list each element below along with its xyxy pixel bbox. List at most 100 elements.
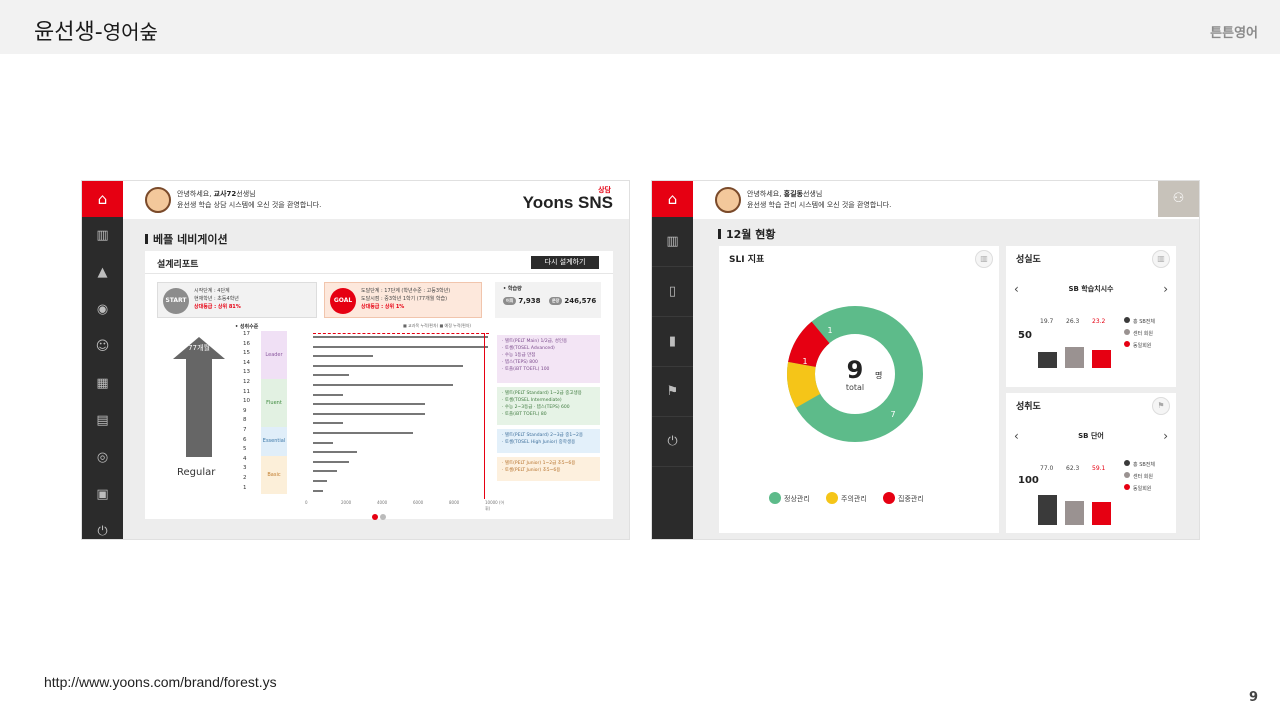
level-number: 5 [243, 446, 247, 453]
level-number: 13 [243, 369, 250, 376]
level-bar [313, 422, 343, 425]
level-band: Essential [261, 427, 287, 456]
level-band: Leader [261, 331, 287, 379]
sincerity-nav: ‹ SB 학습치시수 › [1014, 282, 1168, 296]
title-sub: 영어숲 [102, 20, 158, 44]
sidebar: ⌂ ▥ ▲ ◉ ☺ ▦ ▤ ◎ ▣ ⏻ [82, 181, 123, 539]
level-number: 9 [243, 407, 247, 414]
level-bar [313, 470, 337, 473]
axis-tick: 6000 [413, 500, 424, 505]
section-title: 베플 네비게이션 [145, 231, 228, 247]
section-title: 12월 현황 [718, 226, 776, 242]
level-bar [313, 364, 463, 367]
lightbulb-icon[interactable]: ◉ [82, 291, 123, 328]
redesign-button[interactable]: 다시 설계하기 [531, 256, 599, 269]
axis-tick: 2000 [341, 500, 352, 505]
level-bar [313, 412, 425, 415]
bar-chart-icon[interactable]: ▥ [1152, 250, 1170, 268]
level-number: 10 [243, 398, 250, 405]
level-number: 6 [243, 436, 247, 443]
power-icon[interactable]: ⏻ [652, 417, 693, 467]
axis-tick: 0 [305, 500, 308, 505]
sincerity-bars: 19.7 26.3 23.2 [1038, 308, 1118, 368]
management-screenshot: ⌂ ▥ ▯ ▮ ⚑ ⏻ 안녕하세요, 홍길동선생님 윤선생 학습 관리 시스템에… [651, 180, 1200, 540]
footer-url[interactable]: http://www.yoons.com/brand/forest.ys [44, 674, 277, 690]
achievement-panel: 성취도 ⚑ ‹ SB 단어 › 100 77.0 62.3 59.1 홍 SB전… [1006, 393, 1176, 533]
avatar [715, 187, 741, 213]
bar-chart-icon[interactable]: ▮ [652, 317, 693, 367]
level-band: Fluent [261, 379, 287, 427]
level-number: 2 [243, 475, 247, 481]
report-icon[interactable]: ▣ [82, 476, 123, 513]
chart-icon[interactable]: ▥ [652, 217, 693, 267]
sincerity-legend: 홍 SB전체 센터 회원 동일회원 [1124, 316, 1155, 352]
sincerity-number: 50 [1018, 330, 1032, 341]
people-icon[interactable]: ☺ [82, 328, 123, 365]
map-icon[interactable]: ▦ [82, 365, 123, 402]
level-bar [313, 441, 333, 444]
user-settings-icon[interactable]: ⚇ [1158, 181, 1199, 217]
level-number: 3 [243, 465, 247, 472]
brand-logo: 튼튼영어 [1210, 26, 1258, 41]
slide-title: 윤선생-영어숲 [34, 14, 158, 46]
level-band: Basic [261, 455, 287, 495]
design-report: 설계리포트 다시 설계하기 START 시작단계 : 4단계 현재학년 : 초등… [145, 251, 613, 520]
home-icon[interactable]: ⌂ [652, 181, 693, 217]
yoons-sns-logo: Yoons SNS [522, 193, 613, 212]
flag-icon[interactable]: ⚑ [652, 367, 693, 417]
level-number: 1 [243, 484, 247, 491]
level-number: 14 [243, 359, 250, 366]
level-bar [313, 460, 349, 463]
level-bar [313, 345, 488, 348]
graduation-icon[interactable]: ▲ [82, 254, 123, 291]
level-column: 17 16 15 14 13 12 11 10 9 8 7 6 5 4 3 2 1 Leader Fluent Ess… [241, 331, 311, 499]
greeting: 안녕하세요, 교사72선생님 윤선생 학습 상담 시스템에 오신 것을 환영합니… [177, 190, 322, 209]
goal-badge: GOAL [330, 288, 356, 314]
chart-legend: ■ 교과목 누적(편차) ■ 예정 누적(편차) [403, 323, 471, 328]
achievement-number: 100 [1018, 475, 1039, 486]
donut-label-focus: 1 [827, 326, 832, 335]
achievement-nav: ‹ SB 단어 › [1014, 429, 1168, 443]
level-number: 11 [243, 388, 250, 395]
sli-panel: SLI 지표 ▥ 9 명 total 7 1 1 정상관리 주의관리 집중관리 [719, 246, 999, 533]
book-icon[interactable]: ▤ [82, 402, 123, 439]
chart-icon[interactable]: ▥ [975, 250, 993, 268]
axis-tick: 10000 (어휘) [485, 500, 505, 511]
axis-tick: 8000 [449, 500, 460, 505]
home-icon[interactable]: ⌂ [82, 181, 123, 217]
target-icon[interactable]: ◎ [82, 439, 123, 476]
avatar [145, 187, 171, 213]
greeting: 안녕하세요, 홍길동선생님 윤선생 학습 관리 시스템에 오신 것을 환영합니다… [747, 190, 892, 209]
chart-icon[interactable]: ▥ [82, 217, 123, 254]
title-main: 윤선생 [34, 20, 95, 45]
chevron-left-icon[interactable]: ‹ [1014, 429, 1019, 443]
flag-icon[interactable]: ⚑ [1152, 397, 1170, 415]
goal-box: GOAL 도달단계 : 17단계 (학년수준 : 고등3학년) 도달시점 : 중… [324, 282, 482, 318]
achievement-title: 성취도 [1016, 402, 1041, 412]
level-bars [313, 333, 498, 499]
level-bar [313, 489, 323, 492]
level-number: 12 [243, 379, 250, 385]
level-number: 17 [243, 331, 250, 337]
level-bar [313, 432, 413, 434]
regular-label: Regular [177, 467, 216, 478]
donut-unit: 명 [875, 370, 882, 380]
chevron-right-icon[interactable]: › [1163, 282, 1168, 296]
sli-donut: 9 명 total 7 1 1 [785, 304, 925, 444]
slide-header: 윤선생-영어숲 튼튼영어 [0, 0, 1280, 54]
start-badge: START [163, 288, 189, 314]
level-card-fluent: · 텔트(PELT Standard) 1~2급 중고생용 · 토셀(TOSEL… [497, 387, 600, 425]
page-number: 9 [1248, 690, 1258, 705]
sli-legend: 정상관리 주의관리 집중관리 [769, 492, 989, 504]
level-bar [313, 480, 327, 482]
page-dots[interactable] [372, 505, 388, 524]
sli-title: SLI 지표 [729, 255, 765, 265]
level-bar [313, 451, 357, 454]
level-number: 8 [243, 417, 247, 424]
chevron-right-icon[interactable]: › [1163, 429, 1168, 443]
chevron-left-icon[interactable]: ‹ [1014, 282, 1019, 296]
power-icon[interactable]: ⏻ [82, 513, 123, 539]
bookmark-icon[interactable]: ▯ [652, 267, 693, 317]
level-bar [313, 384, 453, 386]
donut-label-caution: 1 [802, 357, 807, 366]
